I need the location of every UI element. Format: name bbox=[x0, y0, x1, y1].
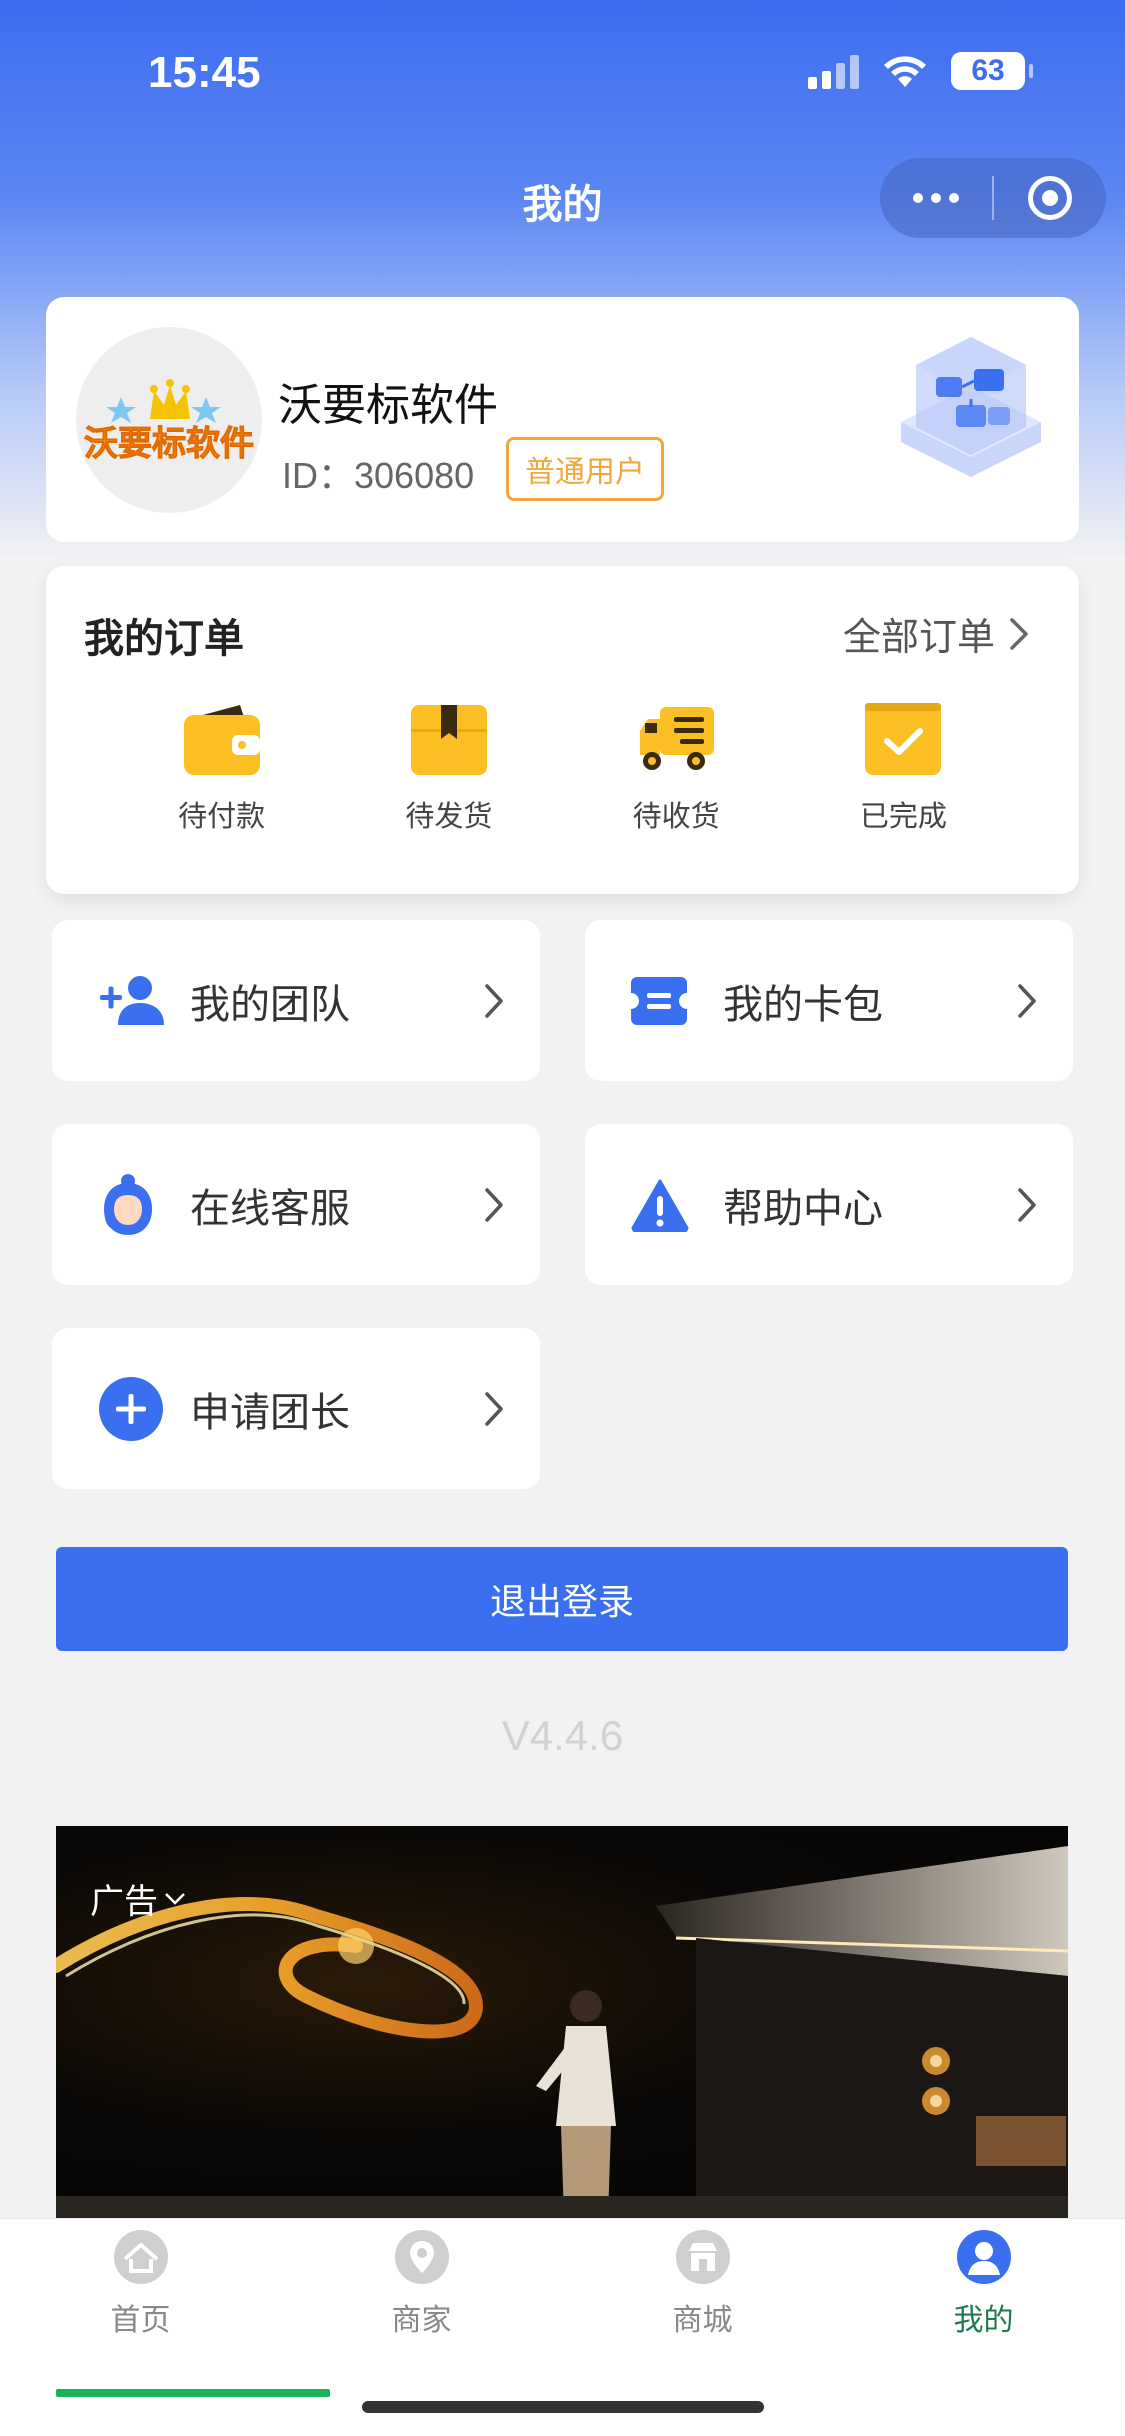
menu-label: 我的卡包 bbox=[723, 981, 883, 1028]
chevron-right-icon bbox=[1018, 1187, 1036, 1222]
location-icon bbox=[394, 2230, 449, 2284]
all-orders-link[interactable]: 全部订单 bbox=[843, 606, 1029, 661]
tab-mall[interactable]: 商城 bbox=[562, 2229, 843, 2339]
order-completed[interactable]: 已完成 bbox=[790, 701, 1017, 835]
status-time: 15:45 bbox=[148, 48, 261, 97]
package-icon bbox=[410, 705, 487, 775]
wallet-icon bbox=[183, 705, 260, 775]
status-icons: 63 bbox=[808, 52, 1033, 90]
tab-bar: 首页 商家 商城 我的 bbox=[0, 2218, 1125, 2436]
home-indicator[interactable] bbox=[362, 2401, 764, 2413]
orders-card: 我的订单 全部订单 待付款 待发货 待收货 已完成 bbox=[46, 566, 1079, 894]
card-wallet-icon bbox=[631, 976, 687, 1025]
order-pending-receipt[interactable]: 待收货 bbox=[563, 701, 790, 835]
menu-label: 申请团长 bbox=[190, 1389, 350, 1436]
order-item-label: 待收货 bbox=[632, 799, 720, 833]
menu-label: 帮助中心 bbox=[723, 1185, 883, 1232]
more-icon[interactable] bbox=[880, 193, 992, 203]
completed-icon bbox=[865, 703, 942, 775]
store-icon bbox=[675, 2230, 730, 2284]
menu-my-team[interactable]: 我的团队 bbox=[52, 920, 540, 1081]
chevron-right-icon bbox=[1018, 983, 1036, 1018]
orders-title: 我的订单 bbox=[84, 616, 244, 662]
signal-icon bbox=[808, 53, 859, 89]
chevron-right-icon bbox=[485, 983, 503, 1018]
order-pending-shipment[interactable]: 待发货 bbox=[335, 701, 562, 835]
order-item-label: 已完成 bbox=[859, 799, 947, 833]
customer-service-icon bbox=[104, 1173, 152, 1235]
tab-mine[interactable]: 我的 bbox=[843, 2229, 1124, 2339]
home-icon bbox=[113, 2230, 168, 2284]
tab-merchant[interactable]: 商家 bbox=[281, 2229, 562, 2339]
user-id: ID：306080 bbox=[282, 455, 475, 496]
chevron-right-icon bbox=[485, 1391, 503, 1426]
all-orders-label: 全部订单 bbox=[842, 615, 995, 659]
user-name: 沃要标软件 bbox=[278, 380, 498, 431]
tab-label: 首页 bbox=[110, 2303, 171, 2338]
order-item-label: 待发货 bbox=[405, 799, 493, 833]
menu-card-wallet[interactable]: 我的卡包 bbox=[585, 920, 1073, 1081]
ad-banner[interactable]: 广告 bbox=[56, 1826, 1068, 2218]
tab-label: 我的 bbox=[953, 2303, 1014, 2338]
menu-apply-leader[interactable]: 申请团长 bbox=[52, 1328, 540, 1489]
menu-label: 在线客服 bbox=[190, 1185, 350, 1232]
ad-image bbox=[56, 1846, 1068, 2218]
svg-text:沃要标软件: 沃要标软件 bbox=[84, 424, 254, 464]
tab-home[interactable]: 首页 bbox=[0, 2229, 281, 2339]
avatar[interactable]: 沃要标软件 bbox=[76, 327, 262, 513]
add-user-icon bbox=[100, 975, 164, 1025]
order-pending-payment[interactable]: 待付款 bbox=[108, 701, 335, 835]
avatar-logo: 沃要标软件 bbox=[84, 379, 255, 465]
ad-label[interactable]: 广告 bbox=[90, 1874, 186, 1923]
tab-label: 商城 bbox=[672, 2303, 733, 2338]
version-label: V4.4.6 bbox=[501, 1712, 624, 1759]
menu-label: 我的团队 bbox=[190, 981, 350, 1028]
profile-card[interactable]: 沃要标软件 沃要标软件 ID：306080 普通用户 bbox=[46, 297, 1079, 542]
user-level-badge: 普通用户 bbox=[506, 437, 664, 501]
ad-label-text: 广告 bbox=[90, 1882, 158, 1922]
cube-illustration-icon bbox=[901, 337, 1041, 477]
warning-icon bbox=[631, 1179, 689, 1232]
close-miniprogram-icon[interactable] bbox=[994, 176, 1106, 220]
menu-help-center[interactable]: 帮助中心 bbox=[585, 1124, 1073, 1285]
logout-button[interactable]: 退出登录 bbox=[56, 1547, 1068, 1651]
miniprogram-capsule bbox=[880, 158, 1106, 238]
wifi-icon bbox=[884, 56, 926, 87]
chevron-down-icon bbox=[165, 1892, 185, 1905]
order-item-label: 待付款 bbox=[178, 799, 266, 833]
user-icon bbox=[956, 2230, 1011, 2284]
truck-icon bbox=[640, 707, 715, 770]
plus-circle-icon bbox=[99, 1376, 163, 1441]
tab-indicator bbox=[56, 2389, 330, 2397]
chevron-right-icon bbox=[1010, 617, 1028, 650]
battery-icon: 63 bbox=[951, 52, 1033, 90]
menu-online-service[interactable]: 在线客服 bbox=[52, 1124, 540, 1285]
chevron-right-icon bbox=[485, 1187, 503, 1222]
tab-label: 商家 bbox=[391, 2303, 452, 2338]
